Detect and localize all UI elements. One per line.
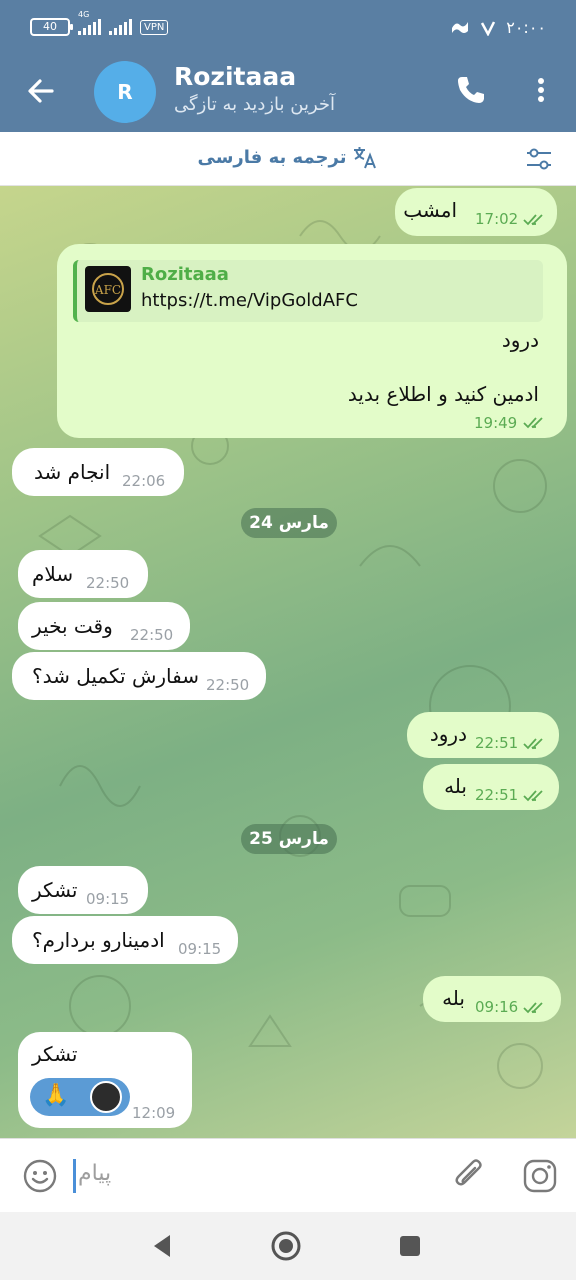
link-preview-quote[interactable]: AFC Rozitaaa https://t.me/VipGoldAFC [73, 260, 543, 322]
quote-link[interactable]: https://t.me/VipGoldAFC [141, 290, 358, 311]
date-separator: 24 مارس [241, 508, 337, 538]
message-time: 22:50 [206, 676, 250, 694]
message-bubble-outgoing[interactable]: AFC Rozitaaa https://t.me/VipGoldAFC درو… [57, 244, 567, 438]
message-bubble-incoming[interactable]: تشکر 🙏 12:09 [18, 1032, 192, 1128]
message-input[interactable]: پیام [78, 1161, 111, 1186]
filter-icon[interactable] [524, 144, 554, 174]
chat-header: R Rozitaaa آخرین بازدید به تازگی [0, 58, 576, 132]
message-time: 17:02 [475, 210, 519, 228]
message-time: 22:06 [122, 472, 166, 490]
message-text: بله [444, 774, 467, 798]
message-bubble-incoming[interactable]: سلام 22:50 [18, 550, 148, 598]
reactions-pill[interactable]: 🙏 [30, 1078, 130, 1116]
message-time: 19:49 [474, 414, 518, 432]
status-left: 40 4G VPN [30, 10, 169, 36]
message-text: انجام شد [34, 460, 111, 484]
message-input-bar: پیام [0, 1138, 576, 1212]
emoji-icon[interactable] [22, 1158, 58, 1194]
last-seen-status: آخرین بازدید به تازگی [174, 94, 336, 115]
message-text: وقت بخیر [32, 614, 113, 638]
double-check-icon [523, 417, 543, 429]
back-arrow-icon[interactable] [24, 74, 58, 108]
text-cursor [73, 1159, 76, 1193]
app-notification-icon [452, 21, 469, 33]
mobile-signal-4g: 4G [78, 10, 101, 35]
message-text-line-1: درود [501, 328, 539, 352]
message-bubble-incoming[interactable]: وقت بخیر 22:50 [18, 602, 190, 650]
message-text: سلام [32, 562, 74, 586]
network-type-label: 4G [78, 10, 90, 19]
nav-home-icon[interactable] [270, 1230, 302, 1262]
more-vertical-icon[interactable] [526, 74, 556, 106]
message-bubble-outgoing[interactable]: بله 09:16 [423, 976, 561, 1022]
mobile-signal-2 [109, 19, 132, 35]
channel-thumbnail: AFC [85, 266, 131, 312]
double-check-icon [523, 214, 543, 226]
message-text-line-2: ادمین کنید و اطلاع بدید [347, 382, 539, 406]
double-check-icon [523, 1002, 543, 1014]
translate-label: ترجمه به فارسی [197, 146, 347, 168]
message-time: 09:16 [475, 998, 519, 1016]
contact-name[interactable]: Rozitaaa [174, 62, 296, 91]
message-text: تشکر [32, 878, 78, 902]
attach-icon[interactable] [452, 1157, 488, 1193]
message-time: 22:51 [475, 786, 519, 804]
chat-messages-area[interactable]: 24 مارس 25 مارس امشب 17:02 AFC Rozitaaa … [0, 186, 576, 1138]
message-text: درود [429, 722, 467, 746]
translate-bar: ترجمه به فارسی [0, 132, 576, 186]
message-time: 22:51 [475, 734, 519, 752]
clock: ۲۰:۰۰ [506, 18, 546, 37]
message-time: 12:09 [132, 1104, 176, 1122]
translate-icon [354, 147, 377, 169]
message-text: بله [442, 986, 465, 1010]
message-time: 22:50 [130, 626, 174, 644]
message-bubble-incoming[interactable]: انجام شد 22:06 [12, 448, 184, 496]
nav-recents-icon[interactable] [394, 1230, 426, 1262]
avatar[interactable]: R [94, 61, 156, 123]
double-check-icon [523, 790, 543, 802]
reactor-avatar [90, 1081, 122, 1113]
battery-indicator: 40 [30, 18, 73, 36]
message-text: تشکر [32, 1042, 78, 1066]
status-right: ۲۰:۰۰ [450, 18, 546, 37]
camera-icon[interactable] [522, 1158, 558, 1194]
svg-text:AFC: AFC [94, 283, 121, 297]
message-text: ادمینارو بردارم؟ [32, 928, 165, 952]
message-time: 09:15 [86, 890, 130, 908]
nav-back-icon[interactable] [146, 1230, 178, 1262]
message-bubble-outgoing[interactable]: درود 22:51 [407, 712, 559, 758]
message-bubble-outgoing[interactable]: امشب 17:02 [395, 188, 557, 236]
message-text: امشب [403, 198, 457, 222]
message-bubble-outgoing[interactable]: بله 22:51 [423, 764, 559, 810]
message-text: سفارش تکمیل شد؟ [32, 664, 199, 688]
double-check-icon [523, 738, 543, 750]
check-status-icon [481, 20, 496, 36]
message-bubble-incoming[interactable]: تشکر 09:15 [18, 866, 148, 914]
date-separator: 25 مارس [241, 824, 337, 854]
quote-author: Rozitaaa [141, 264, 229, 285]
message-time: 22:50 [86, 574, 130, 592]
system-navigation-bar [0, 1212, 576, 1280]
message-bubble-incoming[interactable]: سفارش تکمیل شد؟ 22:50 [12, 652, 266, 700]
vpn-badge: VPN [140, 19, 169, 35]
praying-hands-reaction-icon: 🙏 [42, 1083, 70, 1108]
phone-icon[interactable] [455, 74, 487, 106]
translate-button[interactable]: ترجمه به فارسی [0, 144, 576, 170]
message-bubble-incoming[interactable]: ادمینارو بردارم؟ 09:15 [12, 916, 238, 964]
status-bar: 40 4G VPN ۲۰:۰۰ [0, 0, 576, 58]
message-time: 09:15 [178, 940, 222, 958]
